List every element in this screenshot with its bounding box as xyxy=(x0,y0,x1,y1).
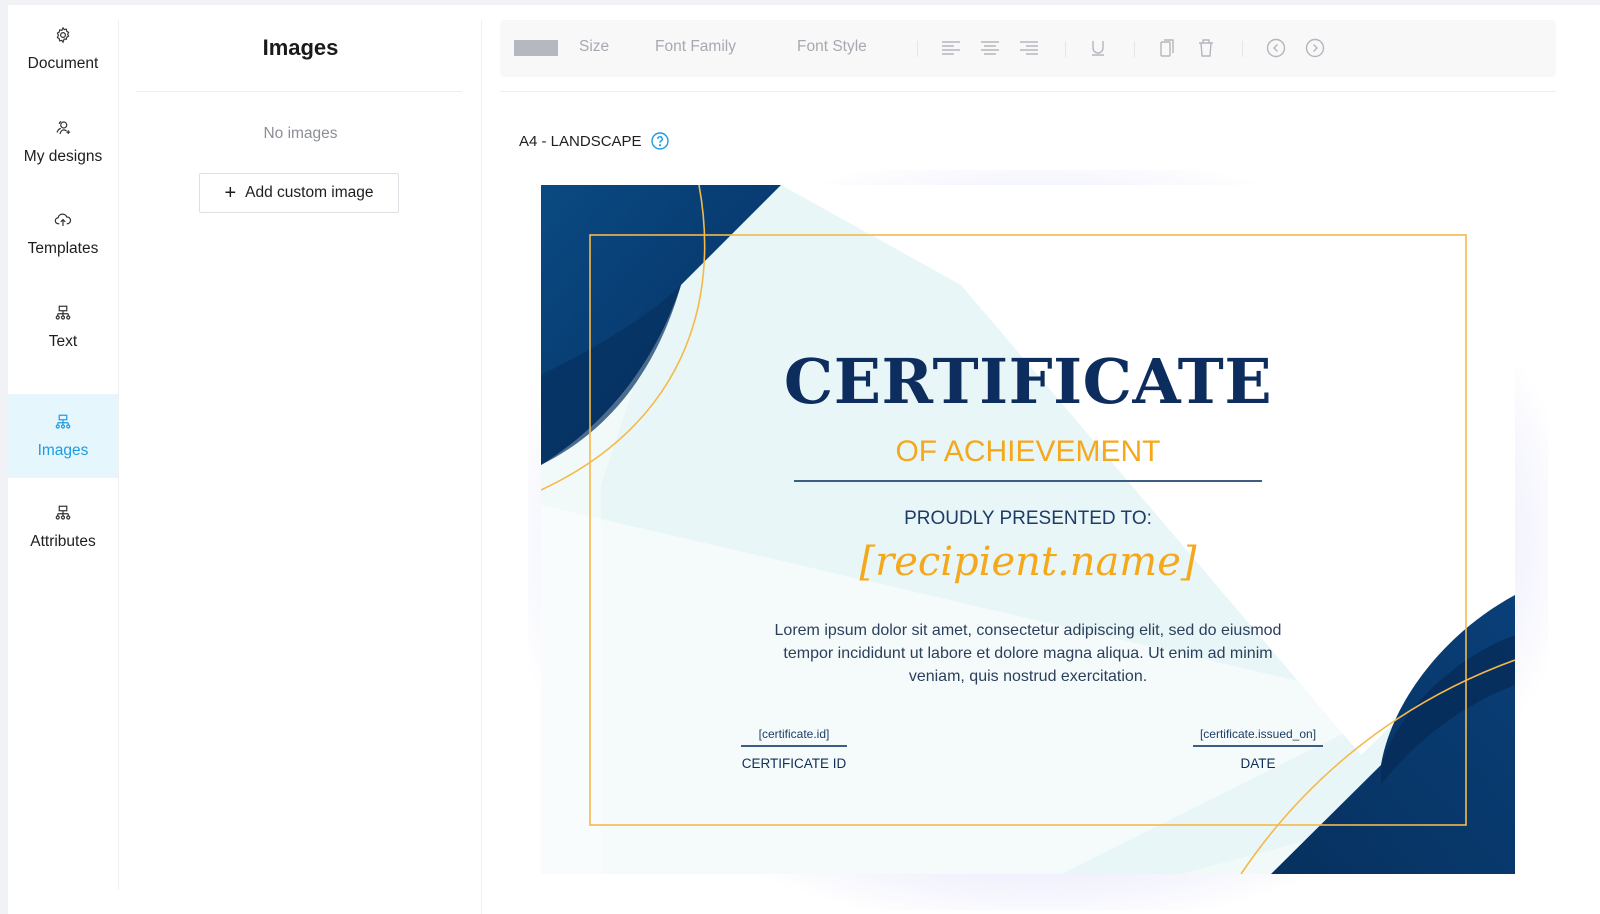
date-caption: DATE xyxy=(1240,756,1276,771)
redo-icon[interactable] xyxy=(1304,37,1326,59)
trash-icon[interactable] xyxy=(1195,37,1217,59)
certificate-subtitle[interactable]: OF ACHIEVEMENT xyxy=(541,435,1515,469)
page-format-label: A4 - LANDSCAPE xyxy=(519,132,669,150)
certificate-canvas[interactable]: CERTIFICATE OF ACHIEVEMENT PROUDLY PRESE… xyxy=(541,185,1515,874)
panel-title: Images xyxy=(262,35,339,60)
recipient-name-field[interactable]: [recipient.name] xyxy=(541,539,1515,585)
nav-label: Images xyxy=(37,442,89,459)
issued-on-placeholder: [certificate.issued_on] xyxy=(1193,727,1323,747)
certificate-id-caption: CERTIFICATE ID xyxy=(741,756,847,771)
align-center-icon[interactable] xyxy=(979,37,1001,59)
gear-icon xyxy=(53,25,73,45)
sitemap-icon xyxy=(53,503,73,523)
toolbar-separator xyxy=(1065,41,1066,57)
align-right-icon[interactable] xyxy=(1018,37,1040,59)
question-circle-icon[interactable] xyxy=(650,132,669,150)
certificate-title[interactable]: CERTIFICATE xyxy=(541,345,1515,418)
formatting-toolbar: Size Font Family Font Style xyxy=(500,20,1556,77)
underline-icon[interactable] xyxy=(1087,37,1109,59)
date-block[interactable]: [certificate.issued_on] DATE xyxy=(1193,727,1323,771)
toolbar-divider xyxy=(500,91,1556,92)
toolbar-separator xyxy=(1134,41,1135,57)
nav-item-images[interactable]: Images xyxy=(8,394,118,478)
color-swatch[interactable] xyxy=(514,40,558,56)
add-custom-image-button[interactable]: + Add custom image xyxy=(199,173,399,213)
certificate-id-placeholder: [certificate.id] xyxy=(741,727,847,747)
presented-to-text[interactable]: PROUDLY PRESENTED TO: xyxy=(541,508,1515,530)
page-format-text: A4 - LANDSCAPE xyxy=(519,132,642,150)
app-window: Document My designs Templates Text Image… xyxy=(8,5,1600,914)
toolbar-separator xyxy=(917,41,918,57)
left-nav: Document My designs Templates Text Image… xyxy=(8,5,118,914)
size-dropdown[interactable]: Size xyxy=(579,38,609,56)
nav-item-templates[interactable]: Templates xyxy=(8,192,118,276)
copy-icon[interactable] xyxy=(1156,37,1178,59)
nav-label: Document xyxy=(27,55,99,72)
user-add-icon xyxy=(53,118,73,138)
nav-item-my-designs[interactable]: My designs xyxy=(8,100,118,184)
certificate-id-block[interactable]: [certificate.id] CERTIFICATE ID xyxy=(741,727,847,771)
font-family-dropdown[interactable]: Font Family xyxy=(655,38,736,56)
toolbar-separator xyxy=(1242,41,1243,57)
undo-icon[interactable] xyxy=(1265,37,1287,59)
sitemap-icon xyxy=(53,303,73,323)
nav-label: Attributes xyxy=(30,533,96,550)
font-style-dropdown[interactable]: Font Style xyxy=(797,38,867,56)
align-left-icon[interactable] xyxy=(940,37,962,59)
add-custom-image-label: Add custom image xyxy=(245,184,374,201)
panel-divider-vertical xyxy=(481,20,482,914)
nav-item-document[interactable]: Document xyxy=(8,7,118,91)
images-panel: Images No images + Add custom image xyxy=(119,5,482,914)
certificate-body-text[interactable]: Lorem ipsum dolor sit amet, consectetur … xyxy=(763,619,1293,688)
nav-item-text[interactable]: Text xyxy=(8,285,118,369)
sitemap-icon xyxy=(53,412,73,432)
panel-divider xyxy=(136,91,462,92)
plus-icon: + xyxy=(224,182,237,204)
nav-label: Text xyxy=(48,333,78,350)
nav-label: Templates xyxy=(27,240,99,257)
title-underline xyxy=(794,480,1262,482)
empty-state-text: No images xyxy=(263,125,338,142)
nav-item-attributes[interactable]: Attributes xyxy=(8,485,118,569)
nav-label: My designs xyxy=(23,148,103,165)
cloud-upload-icon xyxy=(53,210,73,230)
